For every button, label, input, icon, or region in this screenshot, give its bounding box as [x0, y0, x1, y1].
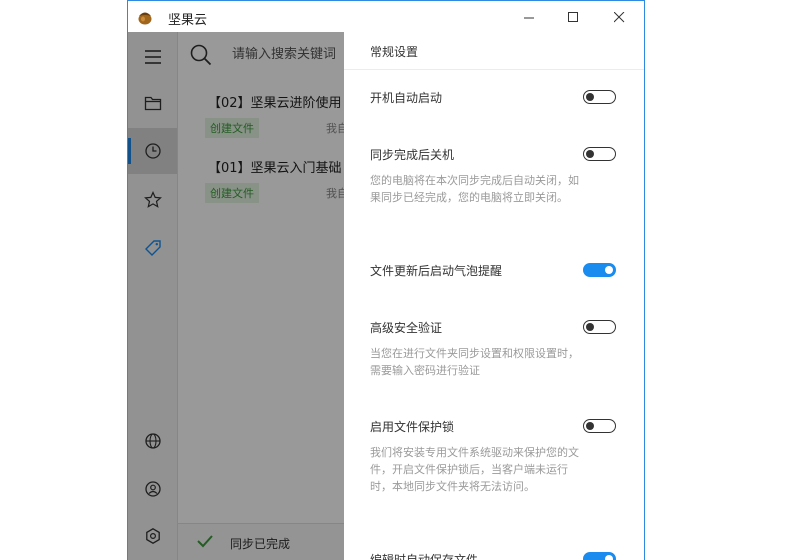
- setting-auto-start: 开机自动启动: [370, 90, 620, 106]
- minimize-icon: [523, 17, 534, 18]
- auto-start-toggle[interactable]: [583, 90, 616, 104]
- shutdown-after-sync-toggle[interactable]: [583, 147, 616, 161]
- setting-description: 当您在进行文件夹同步设置和权限设置时，需要输入密码进行验证: [370, 347, 579, 377]
- setting-shutdown-after-sync: 同步完成后关机 您的电脑将在本次同步完成后自动关闭，如果同步已经完成，您的电脑将…: [370, 147, 620, 206]
- general-settings-panel: 常规设置 开机自动启动 同步完成后关机 您的电脑将在本次同步完成后自动关闭，如果…: [344, 32, 644, 560]
- bubble-notify-toggle[interactable]: [583, 263, 616, 277]
- window-title: 坚果云: [168, 13, 208, 28]
- maximize-icon: [567, 11, 578, 22]
- setting-file-protection-lock: 启用文件保护锁 我们将安装专用文件系统驱动来保护您的文件，开启文件保护锁后，当客…: [370, 419, 620, 495]
- setting-advanced-security: 高级安全验证 当您在进行文件夹同步设置和权限设置时，需要输入密码进行验证: [370, 320, 620, 379]
- nut-logo-icon: [138, 12, 152, 25]
- toggle-knob: [586, 149, 594, 158]
- setting-bubble-notify: 文件更新后启动气泡提醒: [370, 263, 620, 279]
- close-button[interactable]: [596, 1, 642, 33]
- toggle-knob: [586, 322, 594, 331]
- setting-description: 我们将安装专用文件系统驱动来保护您的文件，开启文件保护锁后，当客户端未运行时，本…: [370, 446, 579, 493]
- setting-description: 您的电脑将在本次同步完成后自动关闭，如果同步已经完成，您的电脑将立即关闭。: [370, 174, 579, 204]
- advanced-security-toggle[interactable]: [583, 320, 616, 334]
- close-icon: [613, 11, 624, 22]
- panel-title: 常规设置: [370, 45, 419, 59]
- toggle-knob: [586, 421, 594, 430]
- minimize-button[interactable]: [506, 1, 552, 33]
- setting-auto-save: 编辑时自动保存文件: [370, 552, 620, 560]
- file-protection-lock-toggle[interactable]: [583, 419, 616, 433]
- toggle-knob: [586, 92, 594, 101]
- app-window: 坚果云 请输入搜索关键词 【02】坚果云进阶使用 创建文件 我自 【01】坚果云…: [127, 0, 645, 560]
- auto-save-toggle[interactable]: [583, 552, 616, 560]
- title-bar[interactable]: 坚果云: [128, 0, 644, 33]
- toggle-knob: [605, 554, 613, 560]
- panel-header: 常规设置: [344, 32, 644, 70]
- maximize-button[interactable]: [550, 1, 596, 33]
- toggle-knob: [605, 265, 613, 274]
- modal-backdrop[interactable]: [128, 32, 344, 560]
